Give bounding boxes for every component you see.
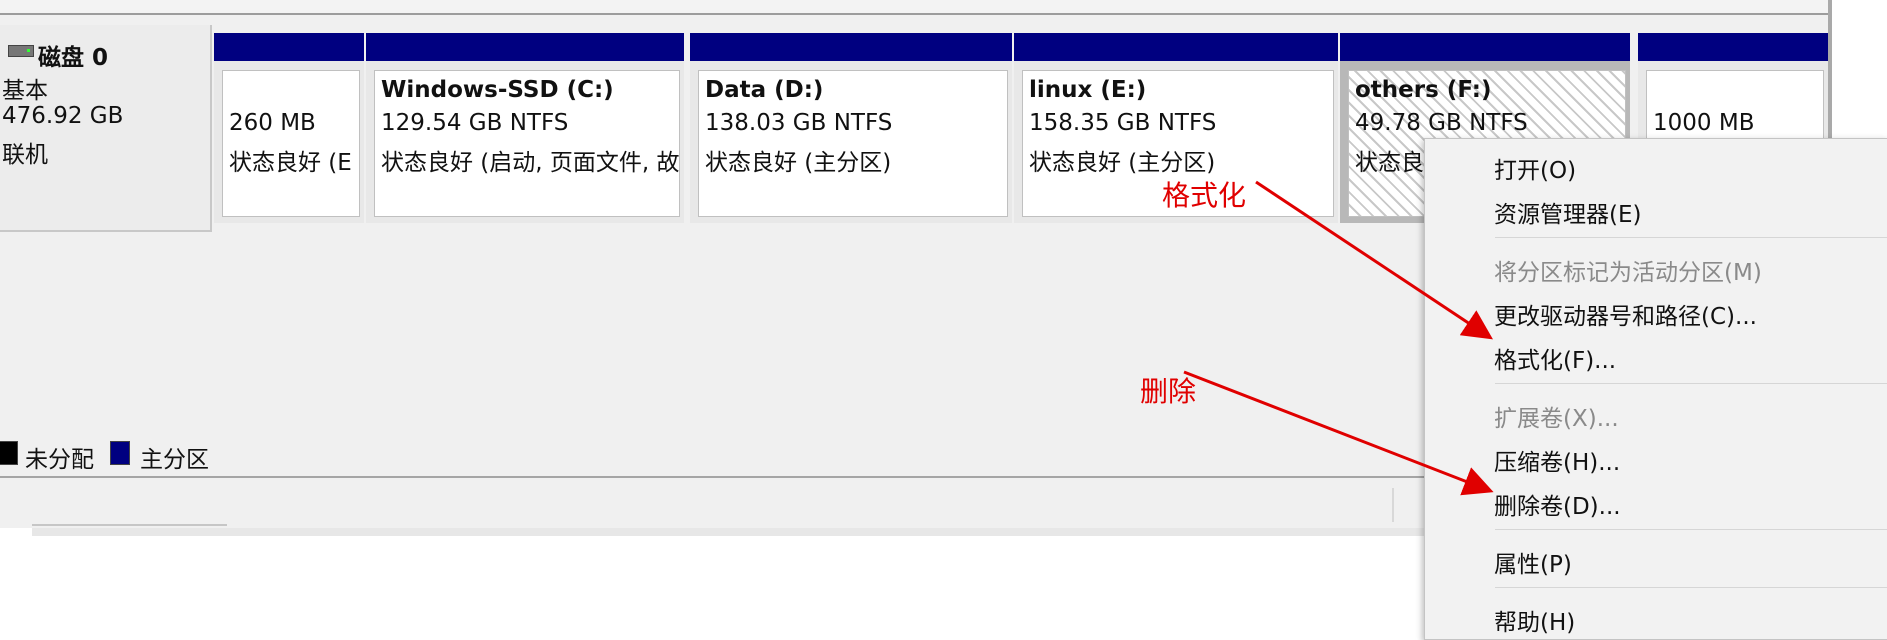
partition-size: 129.54 GB NTFS [381,110,569,136]
partition-status: 状态良好 (启动, 页面文件, 故 [381,150,680,176]
window-shadow [32,528,1432,536]
partition-status: 状态良好 (E [229,150,352,176]
partition-body[interactable]: Data (D:) 138.03 GB NTFS 状态良好 (主分区) [698,70,1008,217]
menu-item-delete-volume[interactable]: 删除卷(D)... [1494,487,1621,521]
legend-unallocated-label: 未分配 [25,447,94,473]
disk-name: 磁盘 0 [38,45,109,71]
annotation-delete-label: 删除 [1140,375,1197,408]
partition-size: 260 MB [229,110,316,136]
partition-size: 138.03 GB NTFS [705,110,893,136]
menu-item-extend-volume[interactable]: 扩展卷(X)... [1494,399,1619,433]
menu-item-help[interactable]: 帮助(H) [1494,603,1575,637]
partition-header [1340,33,1630,61]
menu-separator [1495,383,1887,384]
partition-body[interactable]: 260 MB 状态良好 (E [222,70,360,217]
partition-label: Data (D:) [705,77,824,103]
menu-item-format[interactable]: 格式化(F)... [1494,341,1616,375]
menu-separator [1495,237,1887,238]
primary-swatch [110,441,130,465]
partition-status: 状态良好 (主分区) [1029,150,1216,176]
partition-label: others (F:) [1355,77,1492,103]
partition-size: 158.35 GB NTFS [1029,110,1217,136]
window-top-border [0,0,1832,15]
partition-size: 1000 MB [1653,110,1755,136]
partition-header [366,33,684,61]
partition-d[interactable]: Data (D:) 138.03 GB NTFS 状态良好 (主分区) [690,33,1012,223]
menu-item-mark-active[interactable]: 将分区标记为活动分区(M) [1494,253,1762,287]
menu-item-explorer[interactable]: 资源管理器(E) [1494,195,1641,229]
context-menu: 打开(O) 资源管理器(E) 将分区标记为活动分区(M) 更改驱动器号和路径(C… [1424,138,1887,640]
unallocated-swatch [0,441,18,465]
menu-item-properties[interactable]: 属性(P) [1494,545,1572,579]
legend: 未分配 主分区 [0,432,1400,474]
hard-disk-icon [8,45,34,57]
partition-label: linux (E:) [1029,77,1147,103]
partition-header [1638,33,1828,61]
menu-item-shrink-volume[interactable]: 压缩卷(H)... [1494,443,1620,477]
partition-status: 状态良 [1355,150,1424,176]
partition-body[interactable]: Windows-SSD (C:) 129.54 GB NTFS 状态良好 (启动… [374,70,680,217]
disk-size: 476.92 GB [2,103,124,129]
menu-item-change-drive-letter[interactable]: 更改驱动器号和路径(C)... [1494,297,1757,331]
partition-c[interactable]: Windows-SSD (C:) 129.54 GB NTFS 状态良好 (启动… [366,33,684,223]
status-bar [0,476,1424,526]
disk-status: 联机 [2,142,48,168]
partition-status: 状态良好 (主分区) [705,150,892,176]
partition-header [214,33,364,61]
partition-efi[interactable]: 260 MB 状态良好 (E [214,33,364,223]
partition-header [1014,33,1338,61]
annotation-format-label: 格式化 [1162,179,1247,212]
status-segment [32,524,227,526]
legend-primary-label: 主分区 [140,447,209,473]
disk-type: 基本 [2,78,48,104]
partition-header [690,33,1012,61]
partition-label: Windows-SSD (C:) [381,77,614,103]
menu-item-open[interactable]: 打开(O) [1494,151,1576,185]
menu-separator [1495,529,1887,530]
disk-info-panel[interactable]: 磁盘 0 基本 476.92 GB 联机 [0,25,212,232]
status-divider [1392,488,1394,522]
partition-size: 49.78 GB NTFS [1355,110,1528,136]
menu-separator [1495,587,1887,588]
